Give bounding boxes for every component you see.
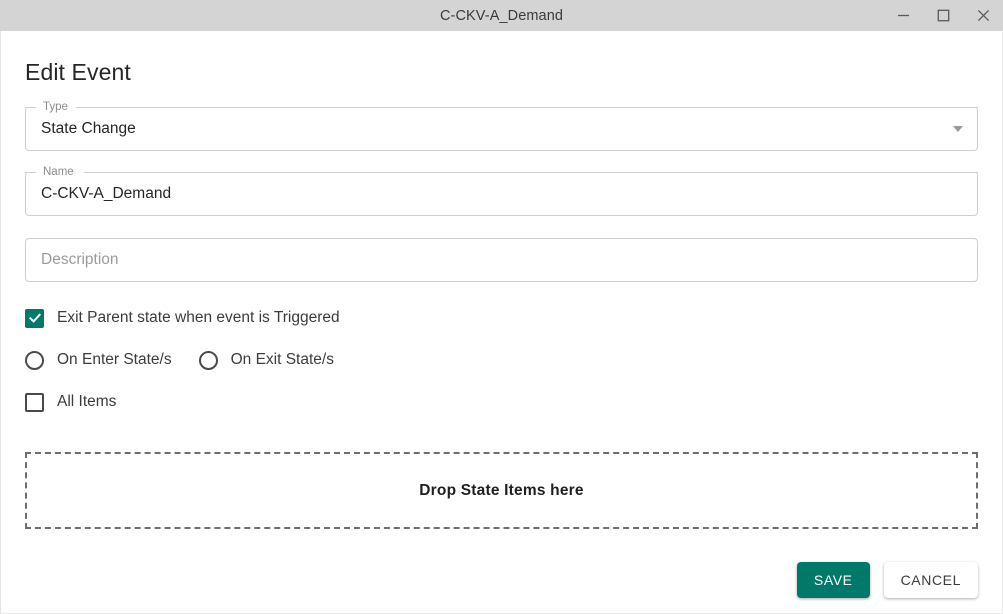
type-select-input[interactable] xyxy=(25,107,978,151)
checkmark-icon xyxy=(28,313,41,323)
type-field[interactable]: Type xyxy=(25,101,978,151)
state-items-dropzone[interactable]: Drop State Items here xyxy=(25,452,978,529)
on-enter-state-option[interactable]: On Enter State/s xyxy=(25,350,172,370)
all-items-label: All Items xyxy=(57,393,117,410)
on-exit-state-radio[interactable] xyxy=(198,350,218,370)
dropzone-label: Drop State Items here xyxy=(419,481,584,499)
state-trigger-radio-group: On Enter State/s On Exit State/s xyxy=(25,348,978,372)
all-items-row[interactable]: All Items xyxy=(25,390,978,414)
dialog-actions: SAVE CANCEL xyxy=(25,562,978,598)
app-window: C-CKV-A_Demand Edit Event Type State Cha… xyxy=(0,0,1003,614)
all-items-checkbox[interactable] xyxy=(25,392,44,412)
save-button[interactable]: SAVE xyxy=(796,562,870,598)
description-input[interactable] xyxy=(25,238,978,282)
description-field[interactable] xyxy=(25,238,978,282)
on-exit-state-label: On Exit State/s xyxy=(230,351,334,368)
close-button[interactable] xyxy=(963,0,1003,31)
page-title: Edit Event xyxy=(25,59,131,85)
window-title: C-CKV-A_Demand xyxy=(439,7,564,24)
cancel-button[interactable]: CANCEL xyxy=(883,562,978,598)
dialog-content: Edit Event Type Name xyxy=(0,31,1003,614)
minimize-icon xyxy=(897,14,909,17)
window-controls xyxy=(883,0,1003,31)
maximize-icon xyxy=(937,9,949,22)
name-field[interactable]: Name xyxy=(25,166,978,216)
title-bar: C-CKV-A_Demand xyxy=(0,0,1003,31)
close-icon xyxy=(977,9,989,22)
on-exit-state-option[interactable]: On Exit State/s xyxy=(198,350,334,370)
on-enter-state-radio[interactable] xyxy=(25,350,44,370)
exit-parent-state-label: Exit Parent state when event is Triggere… xyxy=(57,309,340,326)
chevron-down-icon[interactable] xyxy=(953,126,963,132)
exit-parent-state-checkbox[interactable] xyxy=(25,308,44,328)
on-enter-state-label: On Enter State/s xyxy=(57,351,172,368)
name-input[interactable] xyxy=(25,172,978,216)
maximize-button[interactable] xyxy=(923,0,963,31)
exit-parent-state-row[interactable]: Exit Parent state when event is Triggere… xyxy=(25,306,978,330)
minimize-button[interactable] xyxy=(883,0,923,31)
